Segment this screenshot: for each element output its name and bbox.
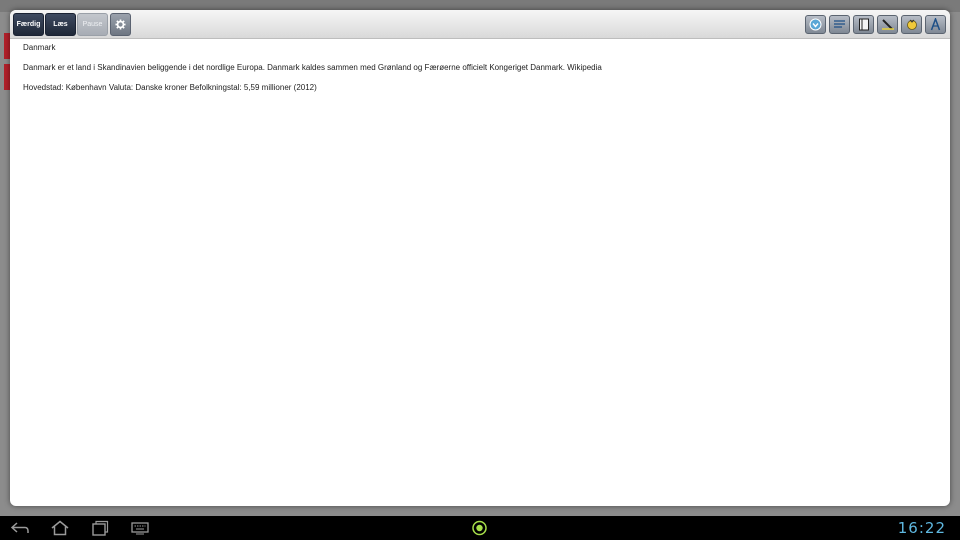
article-content: Danmark Danmark er et land i Skandinavie… [23,43,933,103]
highlight-pen-icon [881,19,894,30]
highlight-button[interactable] [877,15,898,34]
article-paragraph: Danmark er et land i Skandinavien beligg… [23,63,602,72]
sound-icon [906,19,917,30]
article-facts: Hovedstad: København Valuta: Danske kron… [23,83,317,92]
read-button[interactable]: Læs [45,13,76,36]
pause-button[interactable]: Pause [77,13,108,36]
gear-icon [115,19,126,30]
done-button[interactable]: Færdig [13,13,44,36]
article-title: Danmark [23,43,56,52]
font-button[interactable] [925,15,946,34]
sound-button[interactable] [901,15,922,34]
book-button[interactable] [853,15,874,34]
back-icon[interactable] [10,520,30,536]
font-icon [930,18,941,31]
system-navbar: 16:22 [0,516,960,540]
speech-icon [809,18,822,31]
list-icon [834,20,845,28]
reader-toolbar: Færdig Læs Pause [10,10,950,39]
center-indicator-icon[interactable] [471,520,488,536]
list-button[interactable] [829,15,850,34]
home-icon[interactable] [50,520,70,536]
status-clock: 16:22 [897,519,946,537]
recent-apps-icon[interactable] [90,520,110,536]
reader-dialog: Færdig Læs Pause Danmark Danmark er et l… [10,10,950,506]
book-icon [858,18,869,31]
speech-button[interactable] [805,15,826,34]
settings-button[interactable] [110,13,131,36]
keyboard-icon[interactable] [131,520,149,536]
